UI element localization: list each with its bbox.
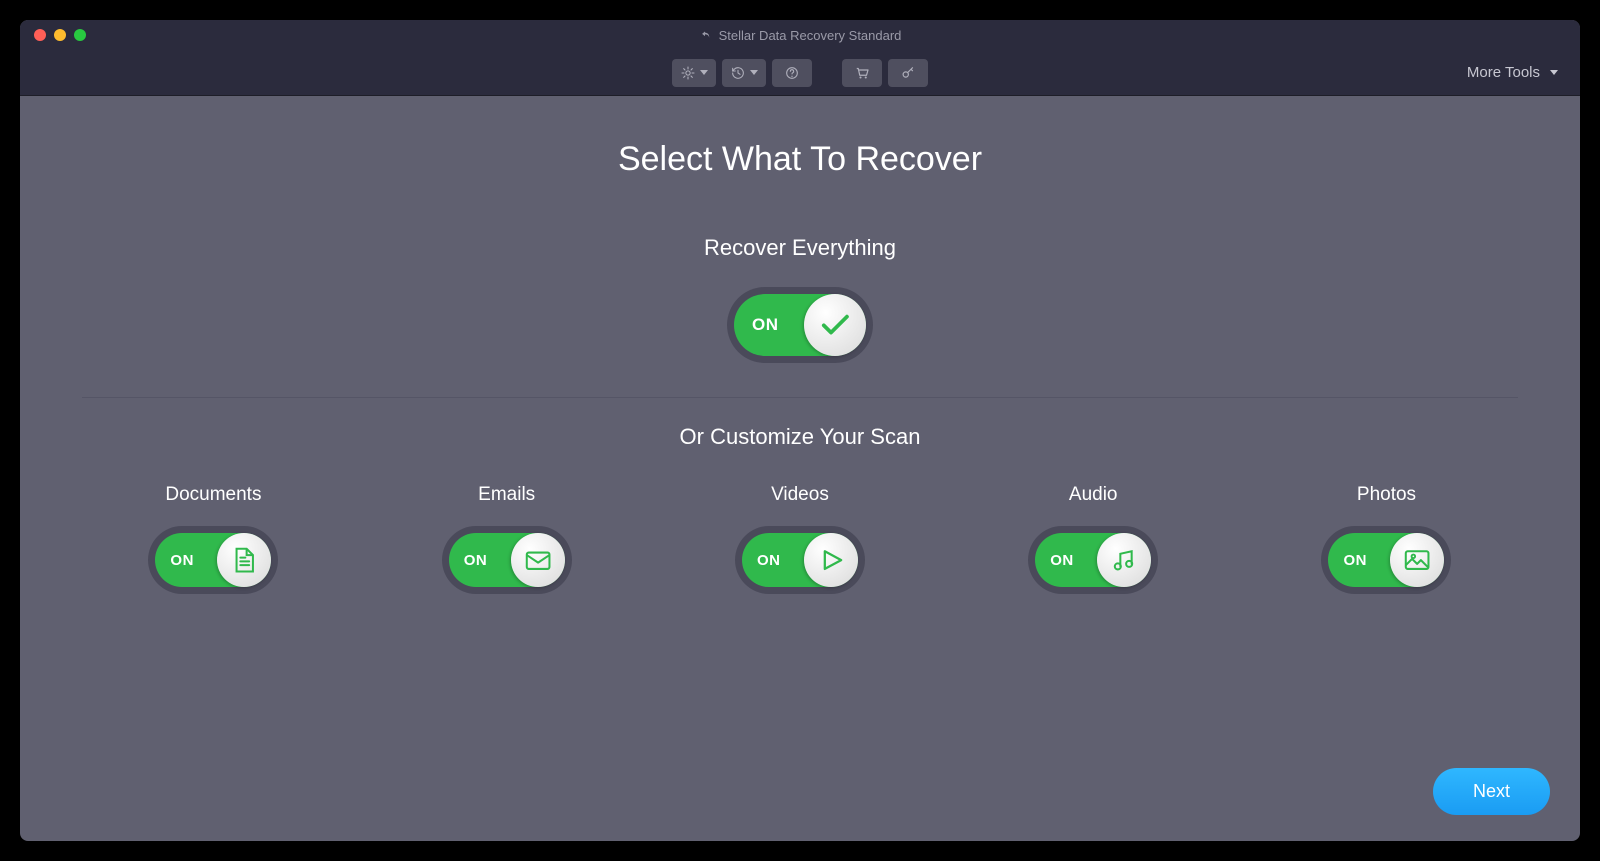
category-row: DocumentsONEmailsONVideosONAudioONPhotos… bbox=[67, 484, 1533, 594]
toggle-state-label: ON bbox=[1343, 552, 1367, 569]
history-button[interactable] bbox=[722, 59, 766, 87]
toolbar: More Tools bbox=[20, 50, 1580, 96]
video-icon bbox=[816, 545, 846, 575]
window-title: Stellar Data Recovery Standard bbox=[699, 28, 902, 43]
help-button[interactable] bbox=[772, 59, 812, 87]
settings-button[interactable] bbox=[672, 59, 716, 87]
cart-icon bbox=[853, 64, 871, 82]
purchase-button[interactable] bbox=[842, 59, 882, 87]
document-icon bbox=[229, 545, 259, 575]
category-label: Documents bbox=[165, 484, 261, 506]
toggle-email[interactable]: ON bbox=[442, 526, 572, 594]
toggle-knob bbox=[511, 533, 565, 587]
help-icon bbox=[784, 65, 800, 81]
next-button-label: Next bbox=[1473, 781, 1510, 801]
fullscreen-window-button[interactable] bbox=[74, 29, 86, 41]
toggle-video[interactable]: ON bbox=[735, 526, 865, 594]
minimize-window-button[interactable] bbox=[54, 29, 66, 41]
page-title: Select What To Recover bbox=[618, 140, 982, 179]
toggle-knob bbox=[804, 533, 858, 587]
divider bbox=[82, 397, 1517, 398]
toggle-audio[interactable]: ON bbox=[1028, 526, 1158, 594]
toggle-knob bbox=[1390, 533, 1444, 587]
window-controls bbox=[20, 29, 86, 41]
toolbar-group bbox=[672, 59, 928, 87]
toggle-state-label: ON bbox=[752, 315, 779, 335]
toggle-knob bbox=[804, 294, 866, 356]
category-photo: Photos ON bbox=[1321, 484, 1451, 594]
content-area: Select What To Recover Recover Everythin… bbox=[20, 96, 1580, 841]
gear-icon bbox=[680, 65, 696, 81]
toggle-state-label: ON bbox=[1050, 552, 1074, 569]
toggle-state-label: ON bbox=[170, 552, 194, 569]
more-tools-label: More Tools bbox=[1467, 64, 1540, 81]
titlebar: Stellar Data Recovery Standard bbox=[20, 20, 1580, 50]
category-email: Emails ON bbox=[442, 484, 572, 594]
category-label: Photos bbox=[1357, 484, 1416, 506]
window-title-text: Stellar Data Recovery Standard bbox=[719, 28, 902, 43]
close-window-button[interactable] bbox=[34, 29, 46, 41]
toggle-state-label: ON bbox=[757, 552, 781, 569]
next-button[interactable]: Next bbox=[1433, 768, 1550, 815]
back-icon bbox=[699, 28, 713, 42]
category-label: Videos bbox=[771, 484, 829, 506]
category-label: Audio bbox=[1069, 484, 1118, 506]
audio-icon bbox=[1109, 545, 1139, 575]
toggle-document[interactable]: ON bbox=[148, 526, 278, 594]
key-icon bbox=[899, 64, 917, 82]
category-video: Videos ON bbox=[735, 484, 865, 594]
chevron-down-icon bbox=[1550, 70, 1558, 75]
recover-everything-label: Recover Everything bbox=[704, 235, 896, 261]
category-document: Documents ON bbox=[148, 484, 278, 594]
customize-scan-label: Or Customize Your Scan bbox=[680, 424, 921, 450]
email-icon bbox=[523, 545, 553, 575]
toggle-knob bbox=[1097, 533, 1151, 587]
chevron-down-icon bbox=[700, 70, 708, 75]
chevron-down-icon bbox=[750, 70, 758, 75]
history-icon bbox=[730, 65, 746, 81]
toggle-state-label: ON bbox=[464, 552, 488, 569]
check-icon bbox=[818, 308, 853, 343]
toggle-knob bbox=[217, 533, 271, 587]
activate-button[interactable] bbox=[888, 59, 928, 87]
app-window: Stellar Data Recovery Standard bbox=[20, 20, 1580, 841]
recover-everything-toggle[interactable]: ON bbox=[727, 287, 873, 363]
category-label: Emails bbox=[478, 484, 535, 506]
more-tools-menu[interactable]: More Tools bbox=[1467, 64, 1558, 81]
toggle-photo[interactable]: ON bbox=[1321, 526, 1451, 594]
category-audio: Audio ON bbox=[1028, 484, 1158, 594]
photo-icon bbox=[1402, 545, 1432, 575]
